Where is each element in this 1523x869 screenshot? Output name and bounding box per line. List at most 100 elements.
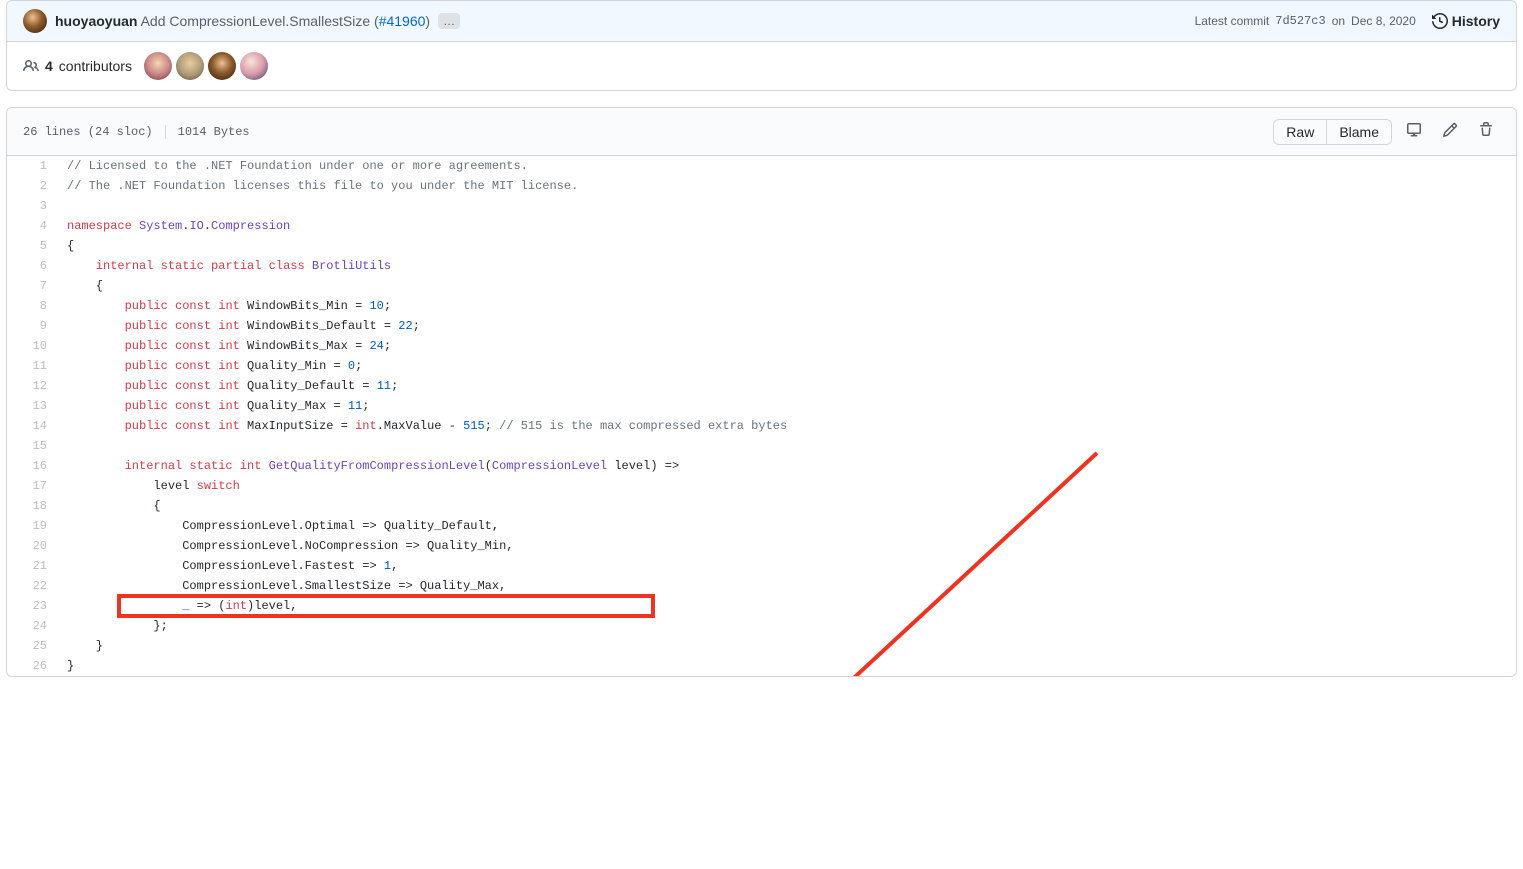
line-number[interactable]: 6	[7, 256, 57, 276]
code-table: 1// Licensed to the .NET Foundation unde…	[7, 156, 1516, 676]
code-content: CompressionLevel.Fastest => 1,	[57, 556, 1516, 576]
code-line: 20 CompressionLevel.NoCompression => Qua…	[7, 536, 1516, 556]
line-number[interactable]: 23	[7, 596, 57, 616]
code-content: CompressionLevel.Optimal => Quality_Defa…	[57, 516, 1516, 536]
code-content: CompressionLevel.NoCompression => Qualit…	[57, 536, 1516, 556]
line-number[interactable]: 19	[7, 516, 57, 536]
line-number[interactable]: 11	[7, 356, 57, 376]
line-number[interactable]: 9	[7, 316, 57, 336]
code-content: {	[57, 236, 1516, 256]
contributors-count: 4	[45, 58, 53, 74]
contributors-box: 4 contributors	[6, 42, 1517, 91]
file-size-label: 1014 Bytes	[165, 125, 250, 139]
code-line: 21 CompressionLevel.Fastest => 1,	[7, 556, 1516, 576]
code-content: // Licensed to the .NET Foundation under…	[57, 156, 1516, 176]
commit-message-suffix: )	[425, 13, 430, 29]
code-content: internal static partial class BrotliUtil…	[57, 256, 1516, 276]
code-content: };	[57, 616, 1516, 636]
people-icon	[23, 58, 39, 74]
code-content: public const int Quality_Default = 11;	[57, 376, 1516, 396]
latest-commit-label: Latest commit	[1195, 14, 1270, 28]
code-line: 3	[7, 196, 1516, 216]
commit-date: Dec 8, 2020	[1351, 14, 1416, 28]
history-icon	[1432, 13, 1448, 29]
line-number[interactable]: 13	[7, 396, 57, 416]
code-line: 4namespace System.IO.Compression	[7, 216, 1516, 236]
code-content: public const int WindowBits_Min = 10;	[57, 296, 1516, 316]
code-content: internal static int GetQualityFromCompre…	[57, 456, 1516, 476]
contributor-avatar[interactable]	[208, 52, 236, 80]
line-number[interactable]: 7	[7, 276, 57, 296]
line-number[interactable]: 21	[7, 556, 57, 576]
code-content: }	[57, 636, 1516, 656]
code-content: public const int WindowBits_Default = 22…	[57, 316, 1516, 336]
commit-message-prefix: Add CompressionLevel.SmallestSize (	[141, 13, 379, 29]
contributor-avatar[interactable]	[144, 52, 172, 80]
line-number[interactable]: 16	[7, 456, 57, 476]
line-number[interactable]: 3	[7, 196, 57, 216]
code-line: 13 public const int Quality_Max = 11;	[7, 396, 1516, 416]
code-content: {	[57, 276, 1516, 296]
line-number[interactable]: 12	[7, 376, 57, 396]
contributor-avatars	[144, 52, 268, 80]
contributor-avatar[interactable]	[176, 52, 204, 80]
code-line: 24 };	[7, 616, 1516, 636]
pencil-icon	[1442, 122, 1458, 138]
trash-icon	[1478, 122, 1494, 138]
code-line: 10 public const int WindowBits_Max = 24;	[7, 336, 1516, 356]
code-line: 9 public const int WindowBits_Default = …	[7, 316, 1516, 336]
raw-blame-group: Raw Blame	[1273, 119, 1392, 145]
line-number[interactable]: 2	[7, 176, 57, 196]
code-line: 7 {	[7, 276, 1516, 296]
code-content: CompressionLevel.SmallestSize => Quality…	[57, 576, 1516, 596]
line-number[interactable]: 5	[7, 236, 57, 256]
code-content	[57, 196, 1516, 216]
delete-button[interactable]	[1472, 116, 1500, 147]
line-number[interactable]: 25	[7, 636, 57, 656]
line-number[interactable]: 17	[7, 476, 57, 496]
code-line: 15	[7, 436, 1516, 456]
commit-header: huoyaoyuan Add CompressionLevel.Smallest…	[6, 0, 1517, 42]
line-number[interactable]: 1	[7, 156, 57, 176]
raw-button[interactable]: Raw	[1274, 120, 1326, 144]
code-line: 19 CompressionLevel.Optimal => Quality_D…	[7, 516, 1516, 536]
author-link[interactable]: huoyaoyuan	[55, 13, 137, 29]
code-content: public const int MaxInputSize = int.MaxV…	[57, 416, 1516, 436]
code-line: 23 _ => (int)level,	[7, 596, 1516, 616]
line-number[interactable]: 15	[7, 436, 57, 456]
code-content	[57, 436, 1516, 456]
line-number[interactable]: 14	[7, 416, 57, 436]
code-content: public const int Quality_Min = 0;	[57, 356, 1516, 376]
code-line: 8 public const int WindowBits_Min = 10;	[7, 296, 1516, 316]
code-line: 14 public const int MaxInputSize = int.M…	[7, 416, 1516, 436]
code-line: 1// Licensed to the .NET Foundation unde…	[7, 156, 1516, 176]
line-number[interactable]: 4	[7, 216, 57, 236]
line-number[interactable]: 10	[7, 336, 57, 356]
code-line: 18 {	[7, 496, 1516, 516]
line-number[interactable]: 22	[7, 576, 57, 596]
code-line: 5{	[7, 236, 1516, 256]
line-number[interactable]: 18	[7, 496, 57, 516]
file-lines-label: 26 lines (24 sloc)	[23, 125, 153, 139]
desktop-icon	[1406, 122, 1422, 138]
history-link[interactable]: History	[1432, 13, 1500, 29]
commit-ellipsis-button[interactable]: …	[438, 13, 460, 29]
code-line: 17 level switch	[7, 476, 1516, 496]
code-content: }	[57, 656, 1516, 676]
contributors-label: contributors	[59, 58, 132, 74]
contributor-avatar[interactable]	[240, 52, 268, 80]
line-number[interactable]: 24	[7, 616, 57, 636]
author-avatar[interactable]	[23, 9, 47, 33]
desktop-button[interactable]	[1400, 116, 1428, 147]
edit-button[interactable]	[1436, 116, 1464, 147]
pr-link[interactable]: #41960	[379, 13, 426, 29]
line-number[interactable]: 20	[7, 536, 57, 556]
line-number[interactable]: 8	[7, 296, 57, 316]
commit-on: on	[1332, 14, 1345, 28]
commit-sha-link[interactable]: 7d527c3	[1275, 14, 1325, 28]
code-content: {	[57, 496, 1516, 516]
code-content: level switch	[57, 476, 1516, 496]
file-box: 26 lines (24 sloc) 1014 Bytes Raw Blame …	[6, 107, 1517, 677]
blame-button[interactable]: Blame	[1326, 120, 1391, 144]
line-number[interactable]: 26	[7, 656, 57, 676]
